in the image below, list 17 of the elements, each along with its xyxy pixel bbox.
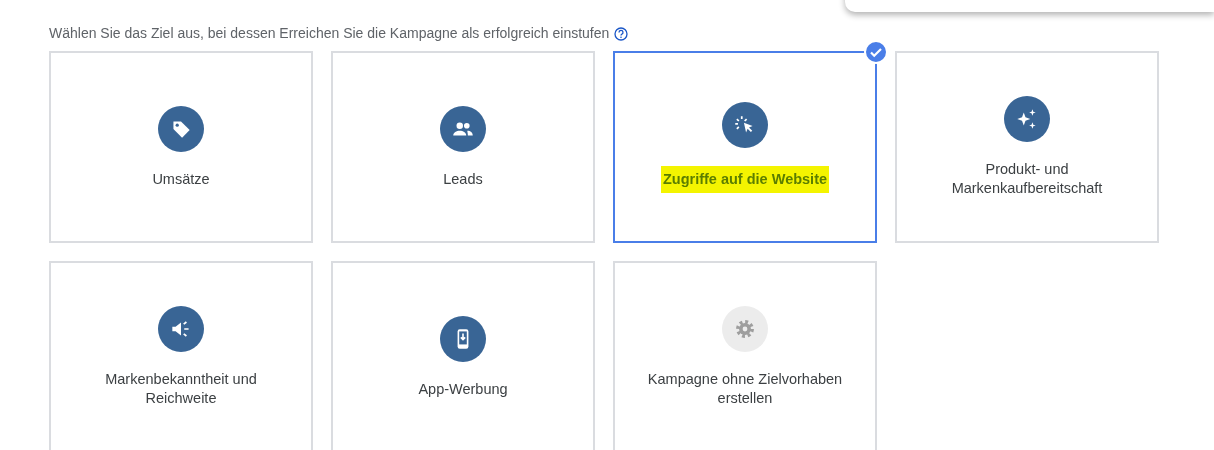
- goal-card[interactable]: Leads: [331, 51, 595, 243]
- goal-label: Zugriffe auf die Website: [660, 165, 830, 193]
- goal-label: Umsätze: [152, 169, 210, 189]
- goal-label: Produkt- und Markenkaufbereitschaft: [950, 160, 1104, 198]
- goal-card[interactable]: Zugriffe auf die Website: [613, 51, 877, 243]
- goal-label: App-Werbung: [418, 379, 508, 399]
- goal-card[interactable]: Kampagne ohne Zielvorhaben erstellen: [613, 261, 877, 450]
- check-icon: [864, 40, 888, 64]
- prompt-text: Wählen Sie das Ziel aus, bei dessen Erreichen Sie die Kampagne als erfolgreich einstufen: [49, 24, 610, 43]
- goal-label: Markenbekanntheit und Reichweite: [104, 370, 258, 408]
- goal-card[interactable]: Umsätze: [49, 51, 313, 243]
- goal-card[interactable]: Produkt- und Markenkaufbereitschaft: [895, 51, 1159, 243]
- goal-card[interactable]: Markenbekanntheit und Reichweite: [49, 261, 313, 450]
- goal-card[interactable]: App-Werbung: [331, 261, 595, 450]
- help-icon[interactable]: [614, 26, 629, 41]
- goal-label: Kampagne ohne Zielvorhaben erstellen: [646, 370, 844, 408]
- goal-label: Leads: [443, 169, 483, 189]
